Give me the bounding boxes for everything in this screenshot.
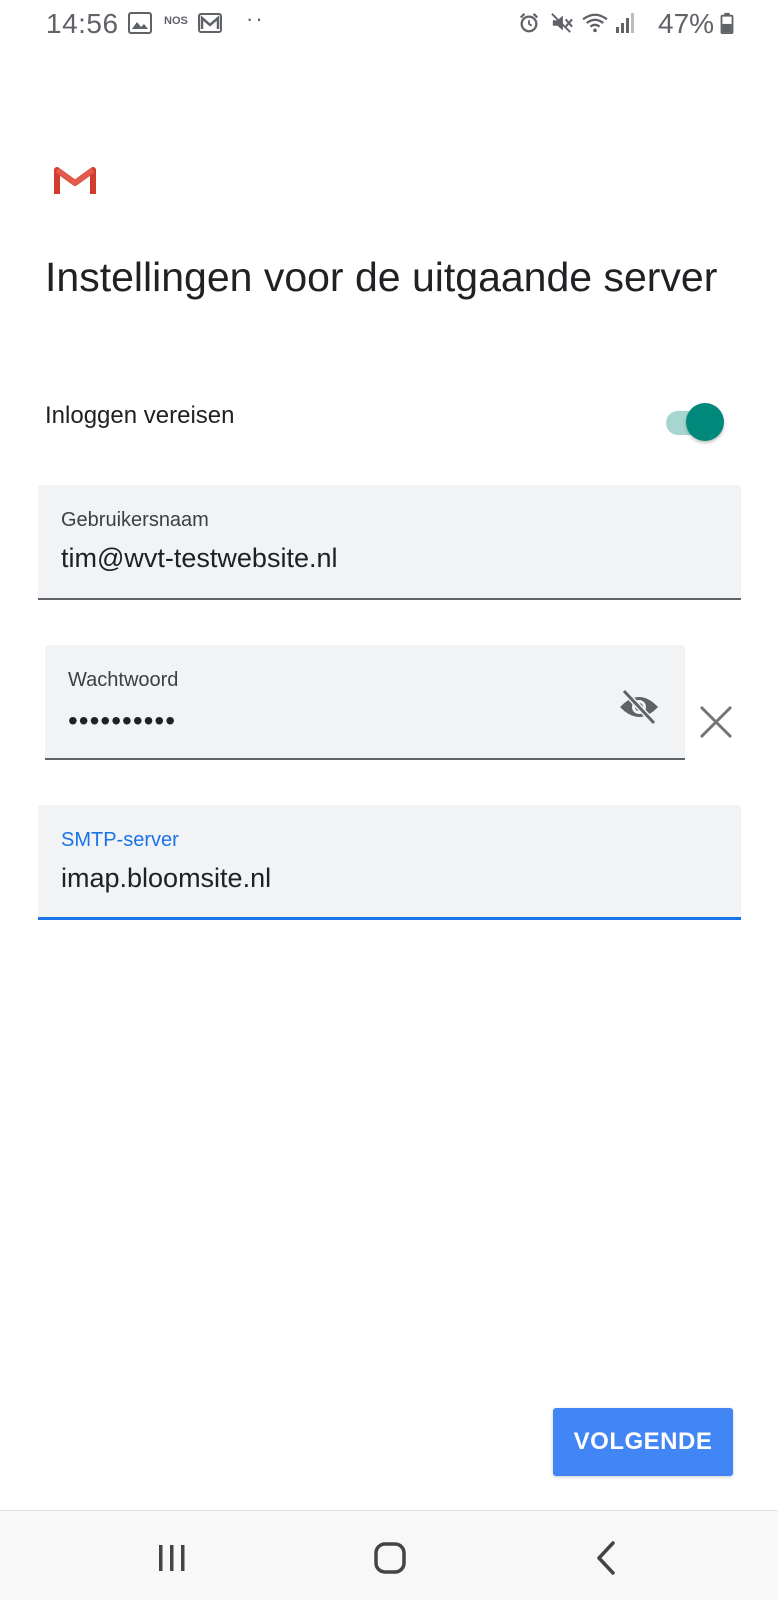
mute-icon bbox=[551, 13, 573, 33]
status-bar: 14:56 NOS ·· 47% bbox=[0, 0, 778, 48]
username-underline bbox=[38, 598, 741, 600]
clear-password-icon[interactable] bbox=[698, 704, 734, 740]
login-required-label: Inloggen vereisen bbox=[45, 402, 235, 429]
page-title: Instellingen voor de uitgaande server bbox=[45, 254, 718, 300]
home-icon[interactable] bbox=[365, 1533, 415, 1583]
wifi-icon bbox=[582, 13, 608, 33]
username-input[interactable] bbox=[61, 543, 621, 574]
gmail-icon bbox=[198, 13, 222, 33]
battery-percentage: 47% bbox=[658, 8, 715, 39]
visibility-off-icon[interactable] bbox=[617, 687, 661, 727]
password-field[interactable]: Wachtwoord •••••••••• bbox=[45, 645, 685, 760]
next-button[interactable]: VOLGENDE bbox=[553, 1408, 733, 1476]
back-icon[interactable] bbox=[582, 1533, 632, 1583]
password-underline bbox=[45, 758, 685, 760]
more-dots-icon: ·· bbox=[246, 6, 265, 31]
battery-icon bbox=[720, 12, 734, 34]
status-time: 14:56 bbox=[46, 8, 119, 39]
nos-icon: NOS bbox=[164, 15, 188, 27]
password-label: Wachtwoord bbox=[68, 669, 179, 691]
image-icon bbox=[128, 12, 152, 34]
navigation-bar bbox=[0, 1510, 778, 1600]
smtp-server-underline bbox=[38, 917, 741, 920]
smtp-server-field[interactable]: SMTP-server bbox=[38, 805, 741, 920]
alarm-icon bbox=[519, 13, 539, 33]
toggle-thumb bbox=[686, 403, 724, 441]
recents-icon[interactable] bbox=[147, 1533, 197, 1583]
signal-icon bbox=[616, 13, 634, 33]
smtp-server-label: SMTP-server bbox=[61, 829, 179, 851]
login-required-toggle[interactable] bbox=[666, 399, 726, 441]
username-field[interactable]: Gebruikersnaam bbox=[38, 485, 741, 600]
gmail-logo bbox=[54, 167, 96, 194]
screen: 14:56 NOS ·· 47% Instellingen voor de ui… bbox=[0, 0, 778, 1600]
password-input[interactable]: •••••••••• bbox=[68, 705, 176, 737]
username-label: Gebruikersnaam bbox=[61, 509, 209, 531]
smtp-server-input[interactable] bbox=[61, 863, 621, 894]
